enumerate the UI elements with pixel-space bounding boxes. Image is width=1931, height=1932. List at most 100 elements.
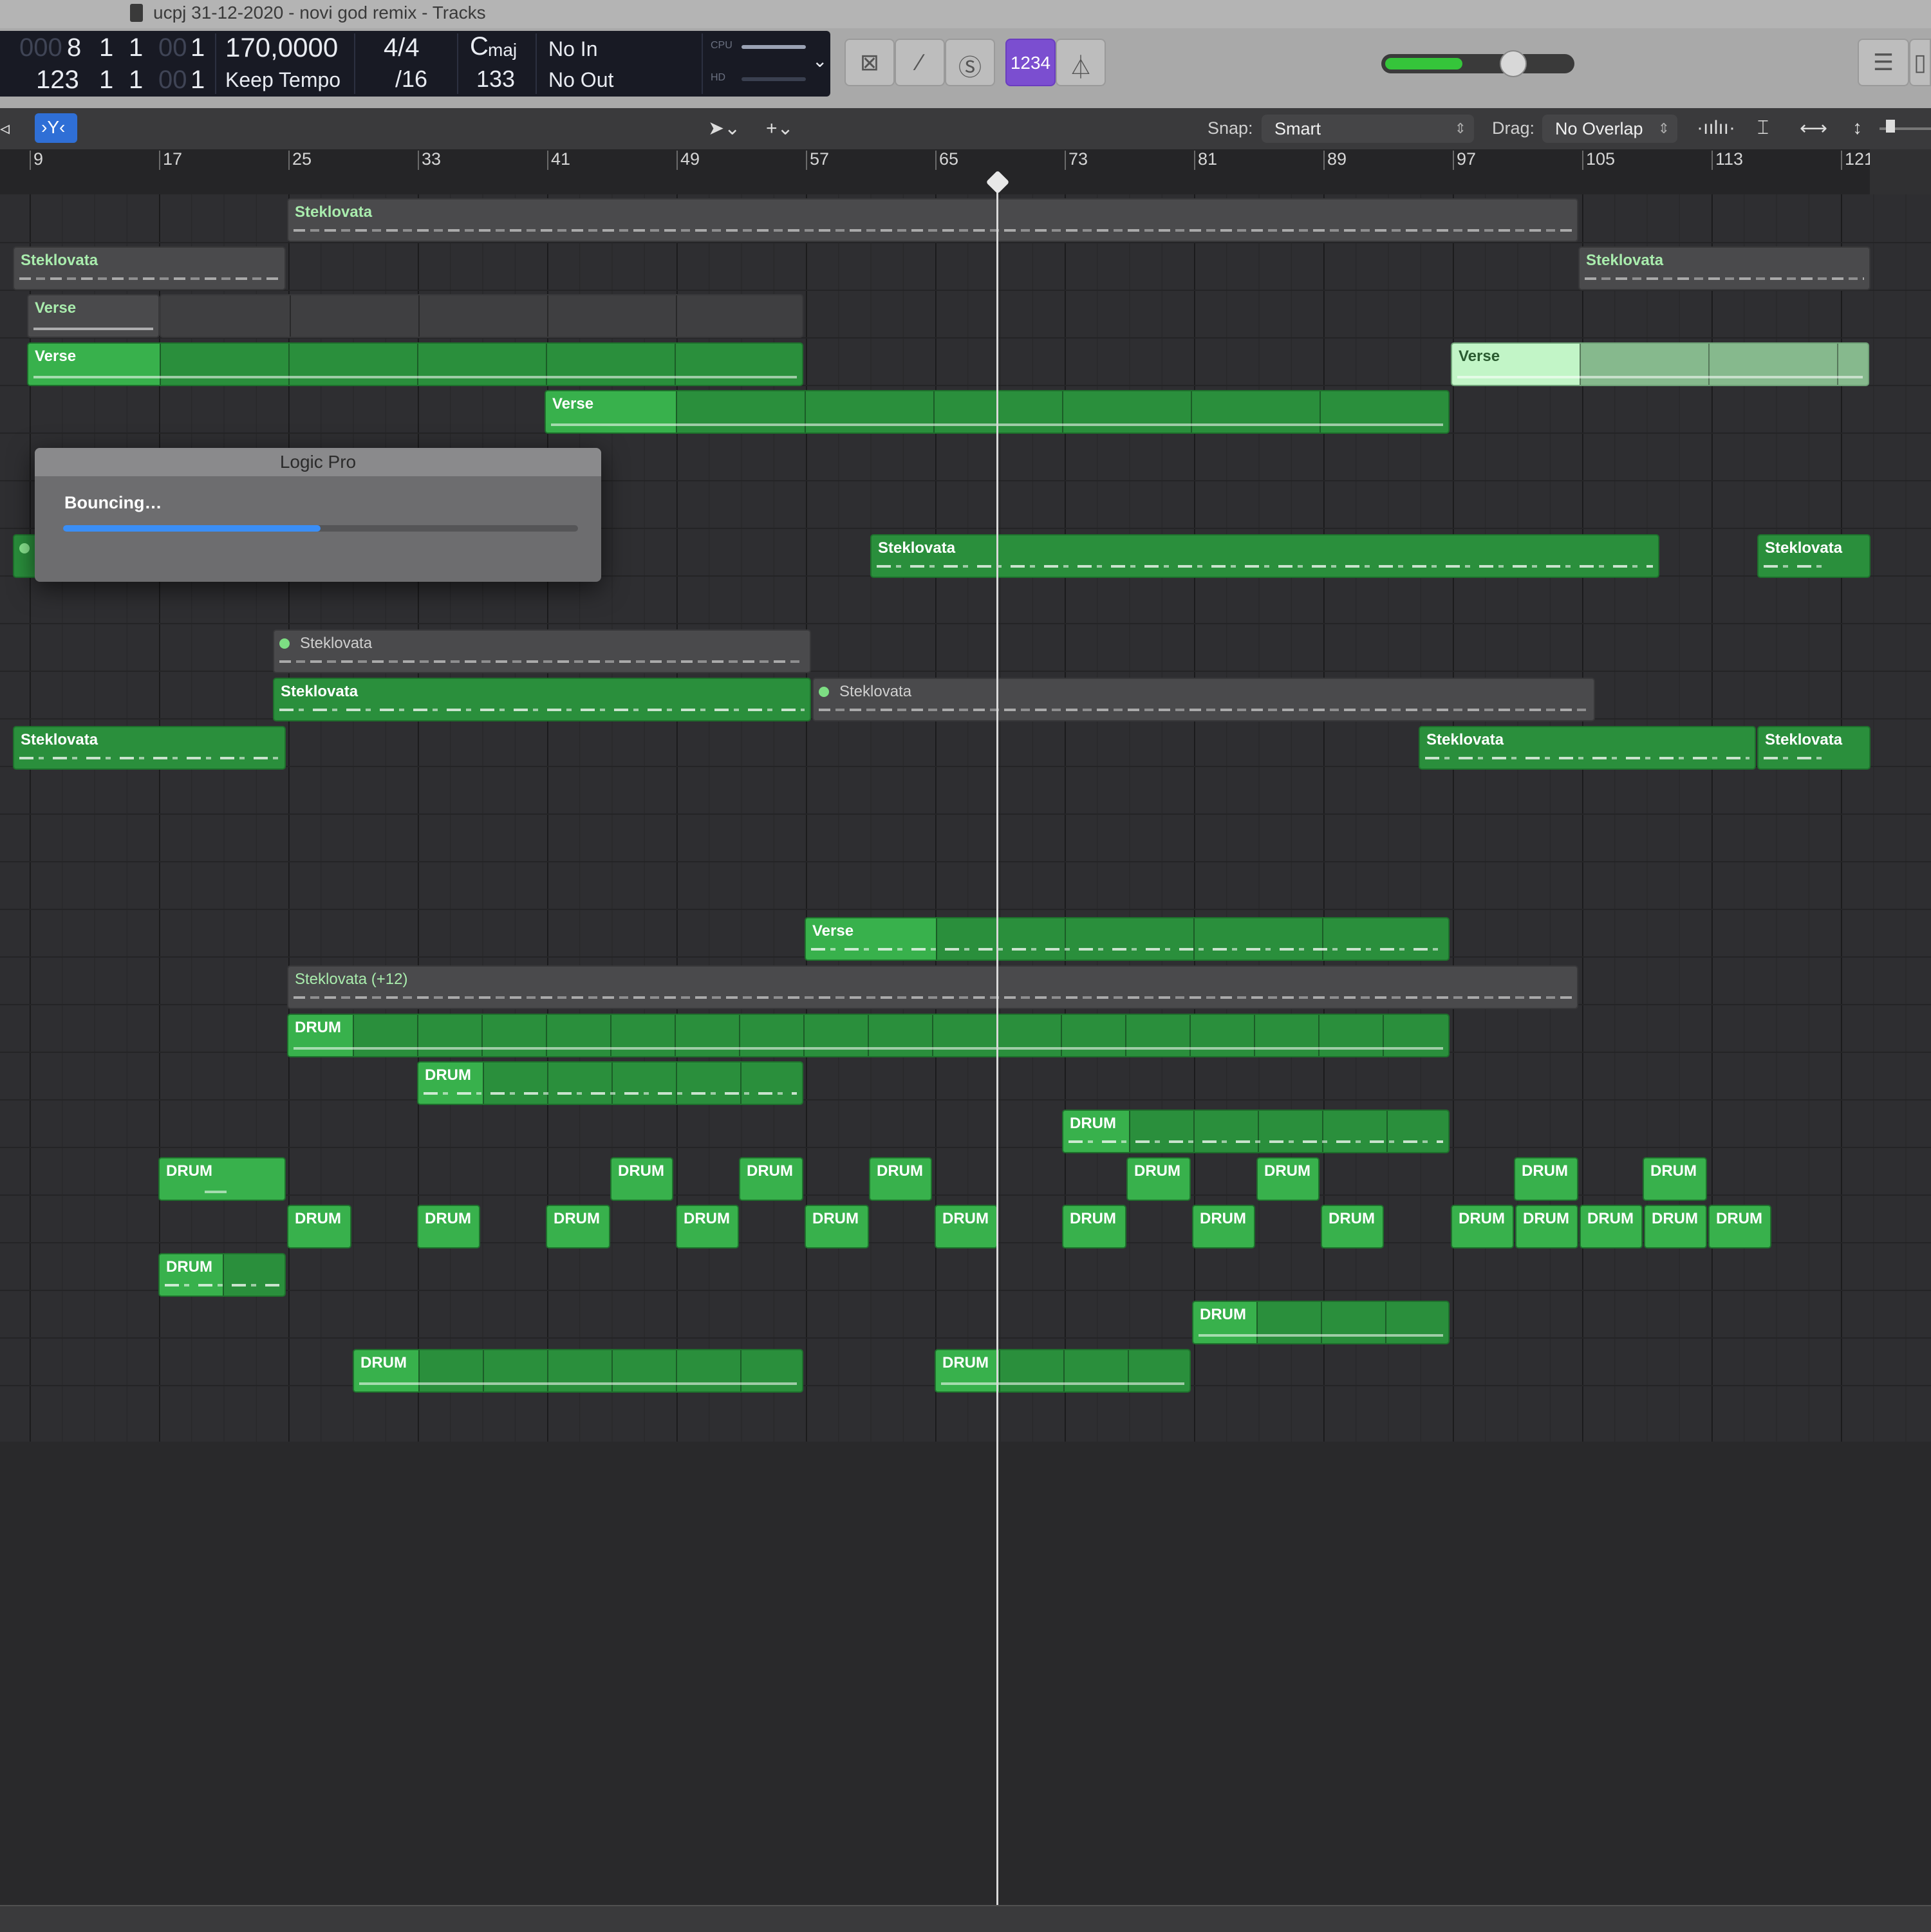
drum-region[interactable]: DRUM: [1644, 1205, 1707, 1249]
loop-divider: [999, 1350, 1000, 1391]
verse-region[interactable]: Verse: [27, 294, 160, 338]
drum-region[interactable]: DRUM: [610, 1157, 673, 1201]
tempo-value[interactable]: 170,0000: [225, 32, 338, 63]
tempo-mode[interactable]: Keep Tempo: [225, 68, 340, 92]
drag-select[interactable]: No Overlap ⇕: [1542, 115, 1677, 143]
drum-region[interactable]: DRUM: [1708, 1205, 1771, 1249]
loop-divider: [546, 344, 547, 385]
drum-region[interactable]: DRUM: [676, 1205, 739, 1249]
drum-region[interactable]: DRUM: [1192, 1205, 1255, 1249]
drum-region[interactable]: DRUM: [546, 1205, 610, 1249]
midi-region[interactable]: Steklovata: [273, 678, 811, 721]
drum-region[interactable]: DRUM: [739, 1157, 803, 1201]
verse-region-selected[interactable]: Verse: [1451, 342, 1869, 386]
midi-region-muted[interactable]: Steklovata: [273, 629, 811, 673]
drum-region[interactable]: DRUM: [1321, 1205, 1384, 1249]
region-label: Steklovata: [21, 731, 98, 748]
midi-region[interactable]: Steklovata: [287, 198, 1578, 242]
zoom-slider-knob[interactable]: [1886, 120, 1895, 133]
waveform-zoom-icon[interactable]: ·ıılıı·: [1697, 117, 1735, 139]
position-tick: 1: [191, 33, 205, 62]
midi-region[interactable]: Steklovata: [870, 534, 1659, 578]
bottom-scrollbar[interactable]: [0, 1905, 1931, 1932]
midi-region[interactable]: Steklovata: [1757, 534, 1870, 578]
region-notes: [1457, 376, 1863, 378]
midi-region[interactable]: Steklovata: [1419, 726, 1756, 770]
region-notes: [424, 1092, 797, 1095]
vertical-zoom-icon[interactable]: ⌶: [1757, 117, 1769, 139]
drum-region[interactable]: DRUM: [287, 1205, 351, 1249]
back-icon[interactable]: ◃: [0, 117, 10, 140]
drum-region[interactable]: DRUM: [158, 1157, 286, 1201]
key-mode[interactable]: maj: [488, 40, 517, 60]
drum-region[interactable]: DRUM: [1515, 1205, 1578, 1249]
division-value[interactable]: /16: [395, 66, 427, 93]
browser-button[interactable]: ▯: [1909, 39, 1931, 86]
midi-region[interactable]: Steklovata: [1757, 726, 1870, 770]
drum-region[interactable]: DRUM: [1580, 1205, 1643, 1249]
lcd-menu-chevron-icon[interactable]: ⌄: [812, 50, 827, 71]
drum-region[interactable]: DRUM: [1126, 1157, 1191, 1201]
empty-track-area[interactable]: [0, 1442, 1931, 1918]
dialog-message: Bouncing…: [64, 493, 162, 512]
count-in-button[interactable]: 1234: [1005, 39, 1056, 86]
region-label: Verse: [35, 348, 77, 365]
drum-region[interactable]: DRUM: [158, 1253, 286, 1297]
drum-region[interactable]: DRUM: [1192, 1301, 1450, 1344]
midi-region[interactable]: Steklovata: [13, 246, 286, 290]
volume-knob[interactable]: [1500, 50, 1527, 77]
loop-divider: [740, 1063, 742, 1104]
playhead-line[interactable]: [996, 180, 998, 1905]
replace-button[interactable]: ⊠: [844, 39, 895, 86]
drum-region[interactable]: DRUM: [1451, 1205, 1514, 1249]
track-height-icon[interactable]: ↕: [1852, 117, 1862, 139]
list-editors-button[interactable]: ☰: [1858, 39, 1909, 86]
drum-region[interactable]: DRUM: [417, 1205, 480, 1249]
lcd-separator: [354, 33, 355, 94]
updown-chevron-icon: ⇕: [1454, 120, 1466, 136]
region-label: DRUM: [1134, 1162, 1180, 1180]
verse-loop[interactable]: [160, 294, 803, 338]
lcd-display[interactable]: 000 8 1 1 00 1 123 1 1 00 1 170,0000 Kee…: [0, 31, 830, 97]
drum-region[interactable]: DRUM: [935, 1205, 998, 1249]
drum-region[interactable]: DRUM: [1062, 1205, 1126, 1249]
bounce-progress-dialog: Logic Pro Bouncing…: [35, 448, 601, 582]
midi-region-muted[interactable]: Steklovata: [812, 678, 1595, 721]
drum-region[interactable]: DRUM: [417, 1061, 803, 1105]
drum-region[interactable]: DRUM: [353, 1349, 803, 1393]
midi-region[interactable]: Steklovata: [13, 726, 286, 770]
dialog-title: Logic Pro: [279, 452, 357, 472]
key-number: 133: [476, 66, 516, 92]
verse-region[interactable]: Verse: [27, 342, 803, 386]
progress-bar-fill: [63, 525, 321, 532]
marquee-tool-icon[interactable]: +⌄: [766, 117, 794, 140]
drum-region[interactable]: DRUM: [1643, 1157, 1707, 1201]
ruler-bar-label: 81: [1198, 149, 1218, 169]
snap-select[interactable]: Smart ⇕: [1262, 115, 1474, 143]
pointer-tool-icon[interactable]: ➤⌄: [708, 117, 740, 140]
loop-divider: [160, 344, 161, 385]
drum-region[interactable]: DRUM: [1514, 1157, 1578, 1201]
solo-button[interactable]: Ⓢ: [945, 39, 995, 86]
horizontal-zoom-icon[interactable]: ⟷: [1800, 117, 1827, 140]
ruler-tick: [1582, 151, 1583, 170]
region-label: DRUM: [618, 1162, 664, 1180]
drum-region[interactable]: DRUM: [805, 1205, 869, 1249]
drum-region[interactable]: DRUM: [1256, 1157, 1320, 1201]
drum-region[interactable]: DRUM: [869, 1157, 932, 1201]
catch-playhead-button[interactable]: ›Y‹: [35, 113, 77, 143]
loop-divider: [868, 1015, 869, 1056]
drum-region[interactable]: DRUM: [1062, 1110, 1450, 1153]
drum-region[interactable]: DRUM: [287, 1014, 1450, 1057]
midi-region[interactable]: Steklovata: [1578, 246, 1870, 290]
drum-region[interactable]: DRUM: [935, 1349, 1191, 1393]
metronome-icon: ⏃: [1068, 54, 1092, 80]
ruler-bar-label: 105: [1586, 149, 1616, 169]
key-value[interactable]: C: [470, 32, 489, 61]
metronome-button[interactable]: ⏃: [1056, 39, 1106, 86]
time-signature[interactable]: 4/4: [384, 33, 420, 62]
verse-region[interactable]: Verse: [805, 917, 1450, 961]
bar-ruler[interactable]: 9 17 25 33 41 49 57 65 73 81 89 97 105 1…: [0, 149, 1931, 196]
midi-region[interactable]: Steklovata (+12): [287, 965, 1578, 1009]
autopunch-button[interactable]: ∕: [895, 39, 945, 86]
